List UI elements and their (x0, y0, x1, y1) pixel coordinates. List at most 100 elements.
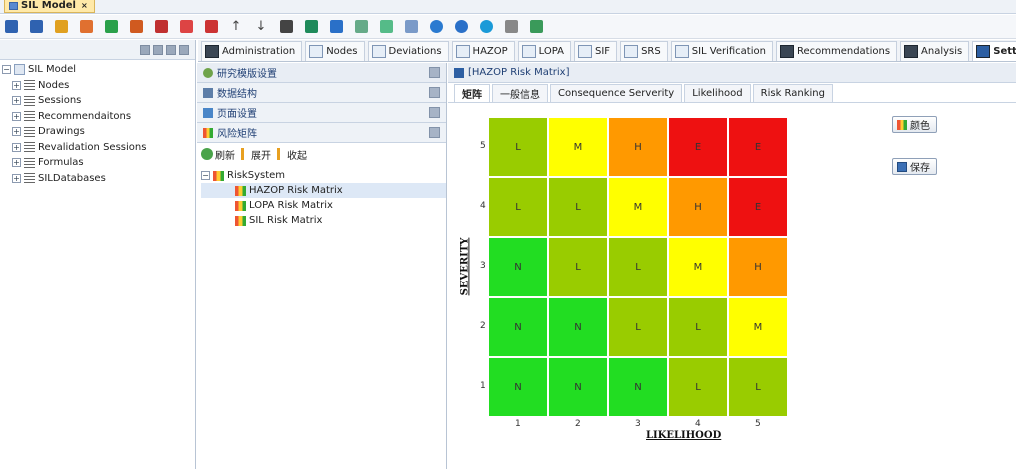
refresh-button[interactable]: 刷新 (201, 147, 235, 162)
matrix-cell[interactable]: M (668, 237, 728, 297)
matrix-cell[interactable]: L (488, 177, 548, 237)
expand-toggle-icon[interactable]: + (12, 142, 21, 152)
matrix-cell[interactable]: H (608, 117, 668, 177)
tree-item[interactable]: + SILDatabases (2, 171, 195, 187)
tab-sif[interactable]: SIF (574, 41, 618, 61)
tab-deviations[interactable]: Deviations (367, 41, 449, 61)
matrix-cell[interactable]: L (608, 237, 668, 297)
section-label: 数据结构 (217, 89, 257, 100)
arrow-up-icon[interactable]: ↑ (227, 18, 245, 36)
expand-toggle-icon[interactable]: + (12, 96, 21, 106)
refresh-icon[interactable] (452, 18, 470, 36)
edit-icon[interactable] (179, 44, 189, 55)
matrix-cell[interactable]: E (728, 117, 788, 177)
sparkle-icon[interactable] (377, 18, 395, 36)
tree-item[interactable]: + Formulas (2, 155, 195, 171)
matrix-cell[interactable]: N (608, 357, 668, 417)
copy-icon[interactable] (177, 18, 195, 36)
collapse-toggle-icon[interactable]: − (2, 65, 11, 75)
risk-matrix-item[interactable]: HAZOP Risk Matrix (201, 183, 446, 198)
tab-label: Nodes (326, 46, 358, 57)
collapse-button[interactable]: 收起 (277, 147, 307, 162)
tree-item[interactable]: + Revalidation Sessions (2, 140, 195, 156)
collapse-all-icon[interactable] (140, 44, 150, 55)
matrix-cell[interactable]: L (548, 177, 608, 237)
save-icon[interactable] (2, 18, 20, 36)
cut-icon[interactable] (152, 18, 170, 36)
matrix-cell[interactable]: N (488, 237, 548, 297)
document-tab[interactable]: SIL Model × (4, 0, 95, 13)
matrix-cell[interactable]: M (728, 297, 788, 357)
tab-recommendations[interactable]: Recommendations (775, 41, 898, 61)
risk-matrix-item[interactable]: SIL Risk Matrix (201, 213, 446, 228)
collapse-toggle-icon[interactable]: − (201, 171, 210, 180)
tree-root[interactable]: − SIL Model (2, 62, 195, 78)
matrix-cell[interactable]: L (668, 297, 728, 357)
section-risk-matrix[interactable]: 风险矩阵 (197, 123, 446, 143)
tab-analysis[interactable]: Analysis (900, 41, 970, 61)
expand-button[interactable]: 展开 (241, 147, 271, 162)
expand-toggle-icon[interactable]: + (12, 158, 21, 168)
matrix-cell[interactable]: E (728, 177, 788, 237)
arrow-down-icon[interactable]: ↓ (252, 18, 270, 36)
tree-item[interactable]: + Nodes (2, 78, 195, 94)
matrix-cell[interactable]: L (668, 357, 728, 417)
section-data-structure[interactable]: 数据结构 (197, 83, 446, 103)
close-icon[interactable]: × (81, 1, 88, 10)
expand-toggle-icon[interactable]: + (12, 127, 21, 137)
tree-item[interactable]: + Drawings (2, 124, 195, 140)
tab-lopa[interactable]: LOPA (517, 41, 571, 61)
tab-srs[interactable]: SRS (620, 41, 668, 61)
paste-icon[interactable] (202, 18, 220, 36)
table-icon[interactable] (527, 18, 545, 36)
risk-matrix-item[interactable]: LOPA Risk Matrix (201, 198, 446, 213)
tree-item[interactable]: + Sessions (2, 93, 195, 109)
matrix-cell[interactable]: L (488, 117, 548, 177)
folder-icon[interactable] (52, 18, 70, 36)
section-page-settings[interactable]: 页面设置 (197, 103, 446, 123)
matrix-cell[interactable]: N (548, 357, 608, 417)
expand-section-icon[interactable] (429, 87, 440, 98)
collapse-pane-icon[interactable] (429, 67, 440, 78)
tree-item-label: Nodes (38, 79, 70, 91)
add-icon[interactable] (102, 18, 120, 36)
expand-toggle-icon[interactable]: + (12, 173, 21, 183)
matrix-cell[interactable]: N (488, 297, 548, 357)
matrix-cell[interactable]: L (608, 297, 668, 357)
risk-system-root[interactable]: − RiskSystem (201, 168, 446, 183)
book-icon (976, 45, 991, 58)
tools-icon[interactable] (127, 18, 145, 36)
matrix-cell[interactable]: M (548, 117, 608, 177)
tab-settings[interactable]: Settings (972, 41, 1016, 61)
matrix-cell[interactable]: H (668, 177, 728, 237)
save-as-icon[interactable] (27, 18, 45, 36)
import-icon[interactable] (277, 18, 295, 36)
collapse-icon (277, 148, 285, 160)
tab-hazop[interactable]: HAZOP (451, 41, 515, 61)
wand-icon[interactable] (402, 18, 420, 36)
matrix-cell[interactable]: H (728, 237, 788, 297)
dropdown-icon[interactable] (502, 18, 520, 36)
expand-toggle-icon[interactable]: + (12, 111, 21, 121)
expand-toggle-icon[interactable]: + (12, 80, 21, 90)
tab-nodes[interactable]: Nodes (305, 41, 365, 61)
collapse-section-icon[interactable] (429, 127, 440, 138)
tree-item[interactable]: + Recommendaitons (2, 109, 195, 125)
help-icon[interactable] (477, 18, 495, 36)
matrix-cell[interactable]: E (668, 117, 728, 177)
globe-icon[interactable] (427, 18, 445, 36)
matrix-cell[interactable]: N (488, 357, 548, 417)
stack-icon[interactable] (302, 18, 320, 36)
matrix-cell[interactable]: N (548, 297, 608, 357)
tab-sil-verification[interactable]: SIL Verification (670, 41, 773, 61)
matrix-cell[interactable]: L (728, 357, 788, 417)
list-view-icon[interactable] (166, 44, 176, 55)
expand-section-icon[interactable] (429, 107, 440, 118)
grid-icon[interactable] (352, 18, 370, 36)
matrix-cell[interactable]: L (548, 237, 608, 297)
expand-all-icon[interactable] (153, 44, 163, 55)
tab-administration[interactable]: Administration (201, 41, 303, 61)
edit-icon[interactable] (77, 18, 95, 36)
report-icon[interactable] (327, 18, 345, 36)
matrix-cell[interactable]: M (608, 177, 668, 237)
